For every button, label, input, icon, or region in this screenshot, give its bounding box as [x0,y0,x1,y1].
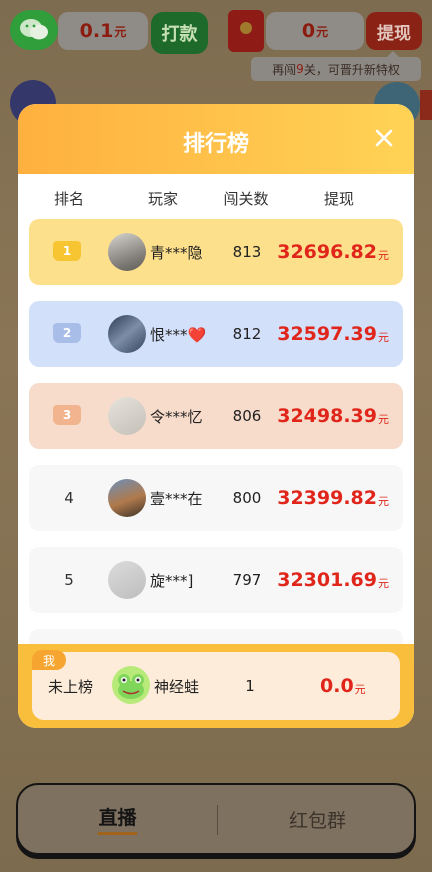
tip-count: 9 [296,62,304,76]
my-levels: 1 [245,677,255,695]
row-cash-unit: 元 [378,577,389,590]
leaderboard-modal: 排行榜 排名 玩家 闯关数 提现 1 青***隐 813 32696.82 元 2… [18,104,414,728]
leaderboard-row: 3 令***忆 806 32498.39 元 [29,383,403,449]
row-player-name: 青***隐 [150,243,203,262]
row-cash-value: 32498.39 [277,405,377,427]
leaderboard-row: 4 壹***在 800 32399.82 元 [29,465,403,531]
my-cash: 0.0 元 [320,652,366,720]
cash-balance: 0元 [266,12,364,50]
column-player: 玩家 [147,190,178,208]
avatar [108,561,146,599]
row-cash-value: 32597.39 [277,323,377,345]
cash-balance-value: 0 [301,20,316,42]
leaderboard-row: 2 恨***❤️ 812 32597.39 元 [29,301,403,367]
avatar [108,479,146,517]
wechat-balance-unit: 元 [114,24,127,39]
row-rank: 4 [64,489,74,507]
row-cash: 32597.39 元 [277,301,389,367]
cash-balance-unit: 元 [316,24,329,39]
wechat-icon[interactable] [10,10,58,50]
red-packet-icon [228,10,264,52]
tab-live[interactable]: 直播 [18,785,217,853]
privilege-tip: 再闯 9 关，可晋升新特权 [251,51,421,81]
column-levels: 闯关数 [223,190,269,208]
silver-crown-icon: 2 [53,323,81,343]
column-rank: 排名 [53,190,84,208]
row-player-name: 壹***在 [150,489,203,508]
leaderboard-row: 5 旋***] 797 32301.69 元 [29,547,403,613]
tab-red-packet-group[interactable]: 红包群 [218,785,417,853]
avatar [108,233,146,271]
row-cash-unit: 元 [378,495,389,508]
row-levels: 813 [232,243,262,261]
bronze-crown-icon: 3 [53,405,81,425]
row-cash-unit: 元 [378,249,389,262]
row-player-name: 恨***❤️ [150,325,207,344]
my-rank-panel: 我 未上榜 神经蛙 1 0.0 元 [18,644,414,728]
close-icon[interactable] [372,126,396,150]
wechat-balance: 0.1 元 [58,12,148,50]
leaderboard-row: 1 青***隐 813 32696.82 元 [29,219,403,285]
leaderboard-list[interactable]: 1 青***隐 813 32696.82 元 2 恨***❤️ 812 32597… [18,218,414,644]
my-rank: 未上榜 [48,677,94,696]
row-levels: 806 [232,407,262,425]
pay-button[interactable]: 打款 [151,12,208,54]
row-cash-value: 32399.82 [277,487,377,509]
wechat-balance-value: 0.1 [79,20,114,42]
my-cash-value: 0.0 [320,675,354,697]
row-cash-unit: 元 [378,413,389,426]
bottom-tab-bar: 直播 红包群 [16,783,416,855]
row-cash: 32498.39 元 [277,383,389,449]
tab-live-label: 直播 [98,803,137,835]
avatar [108,315,146,353]
withdraw-button[interactable]: 提现 [366,12,422,50]
row-levels: 797 [232,571,262,589]
tip-suffix: 关，可晋升新特权 [303,62,400,77]
modal-title: 排行榜 [182,132,249,157]
row-cash: 32696.82 元 [277,219,389,285]
my-name: 神经蛙 [154,677,200,696]
my-rank-card: 我 未上榜 神经蛙 1 0.0 元 [32,650,400,720]
gold-crown-icon: 1 [53,241,81,261]
row-rank: 3 [62,408,72,422]
row-cash: 32301.69 元 [277,547,389,613]
row-rank: 1 [62,244,72,258]
row-player-name: 令***忆 [150,407,203,426]
avatar [108,397,146,435]
row-cash-value: 32301.69 [277,569,377,591]
row-cash: 32399.82 元 [277,465,389,531]
row-player-name: 旋***] [150,571,194,590]
tip-prefix: 再闯 [272,62,297,77]
side-ribbon [420,90,432,120]
my-cash-unit: 元 [354,683,366,696]
row-levels: 800 [232,489,262,507]
row-rank: 5 [64,571,74,589]
column-withdraw: 提现 [323,190,354,208]
row-levels: 812 [232,325,262,343]
row-cash-unit: 元 [378,331,389,344]
row-rank: 2 [62,326,72,340]
row-cash-value: 32696.82 [277,241,377,263]
leaderboard-row-partial [29,629,403,644]
frog-avatar [112,666,150,704]
